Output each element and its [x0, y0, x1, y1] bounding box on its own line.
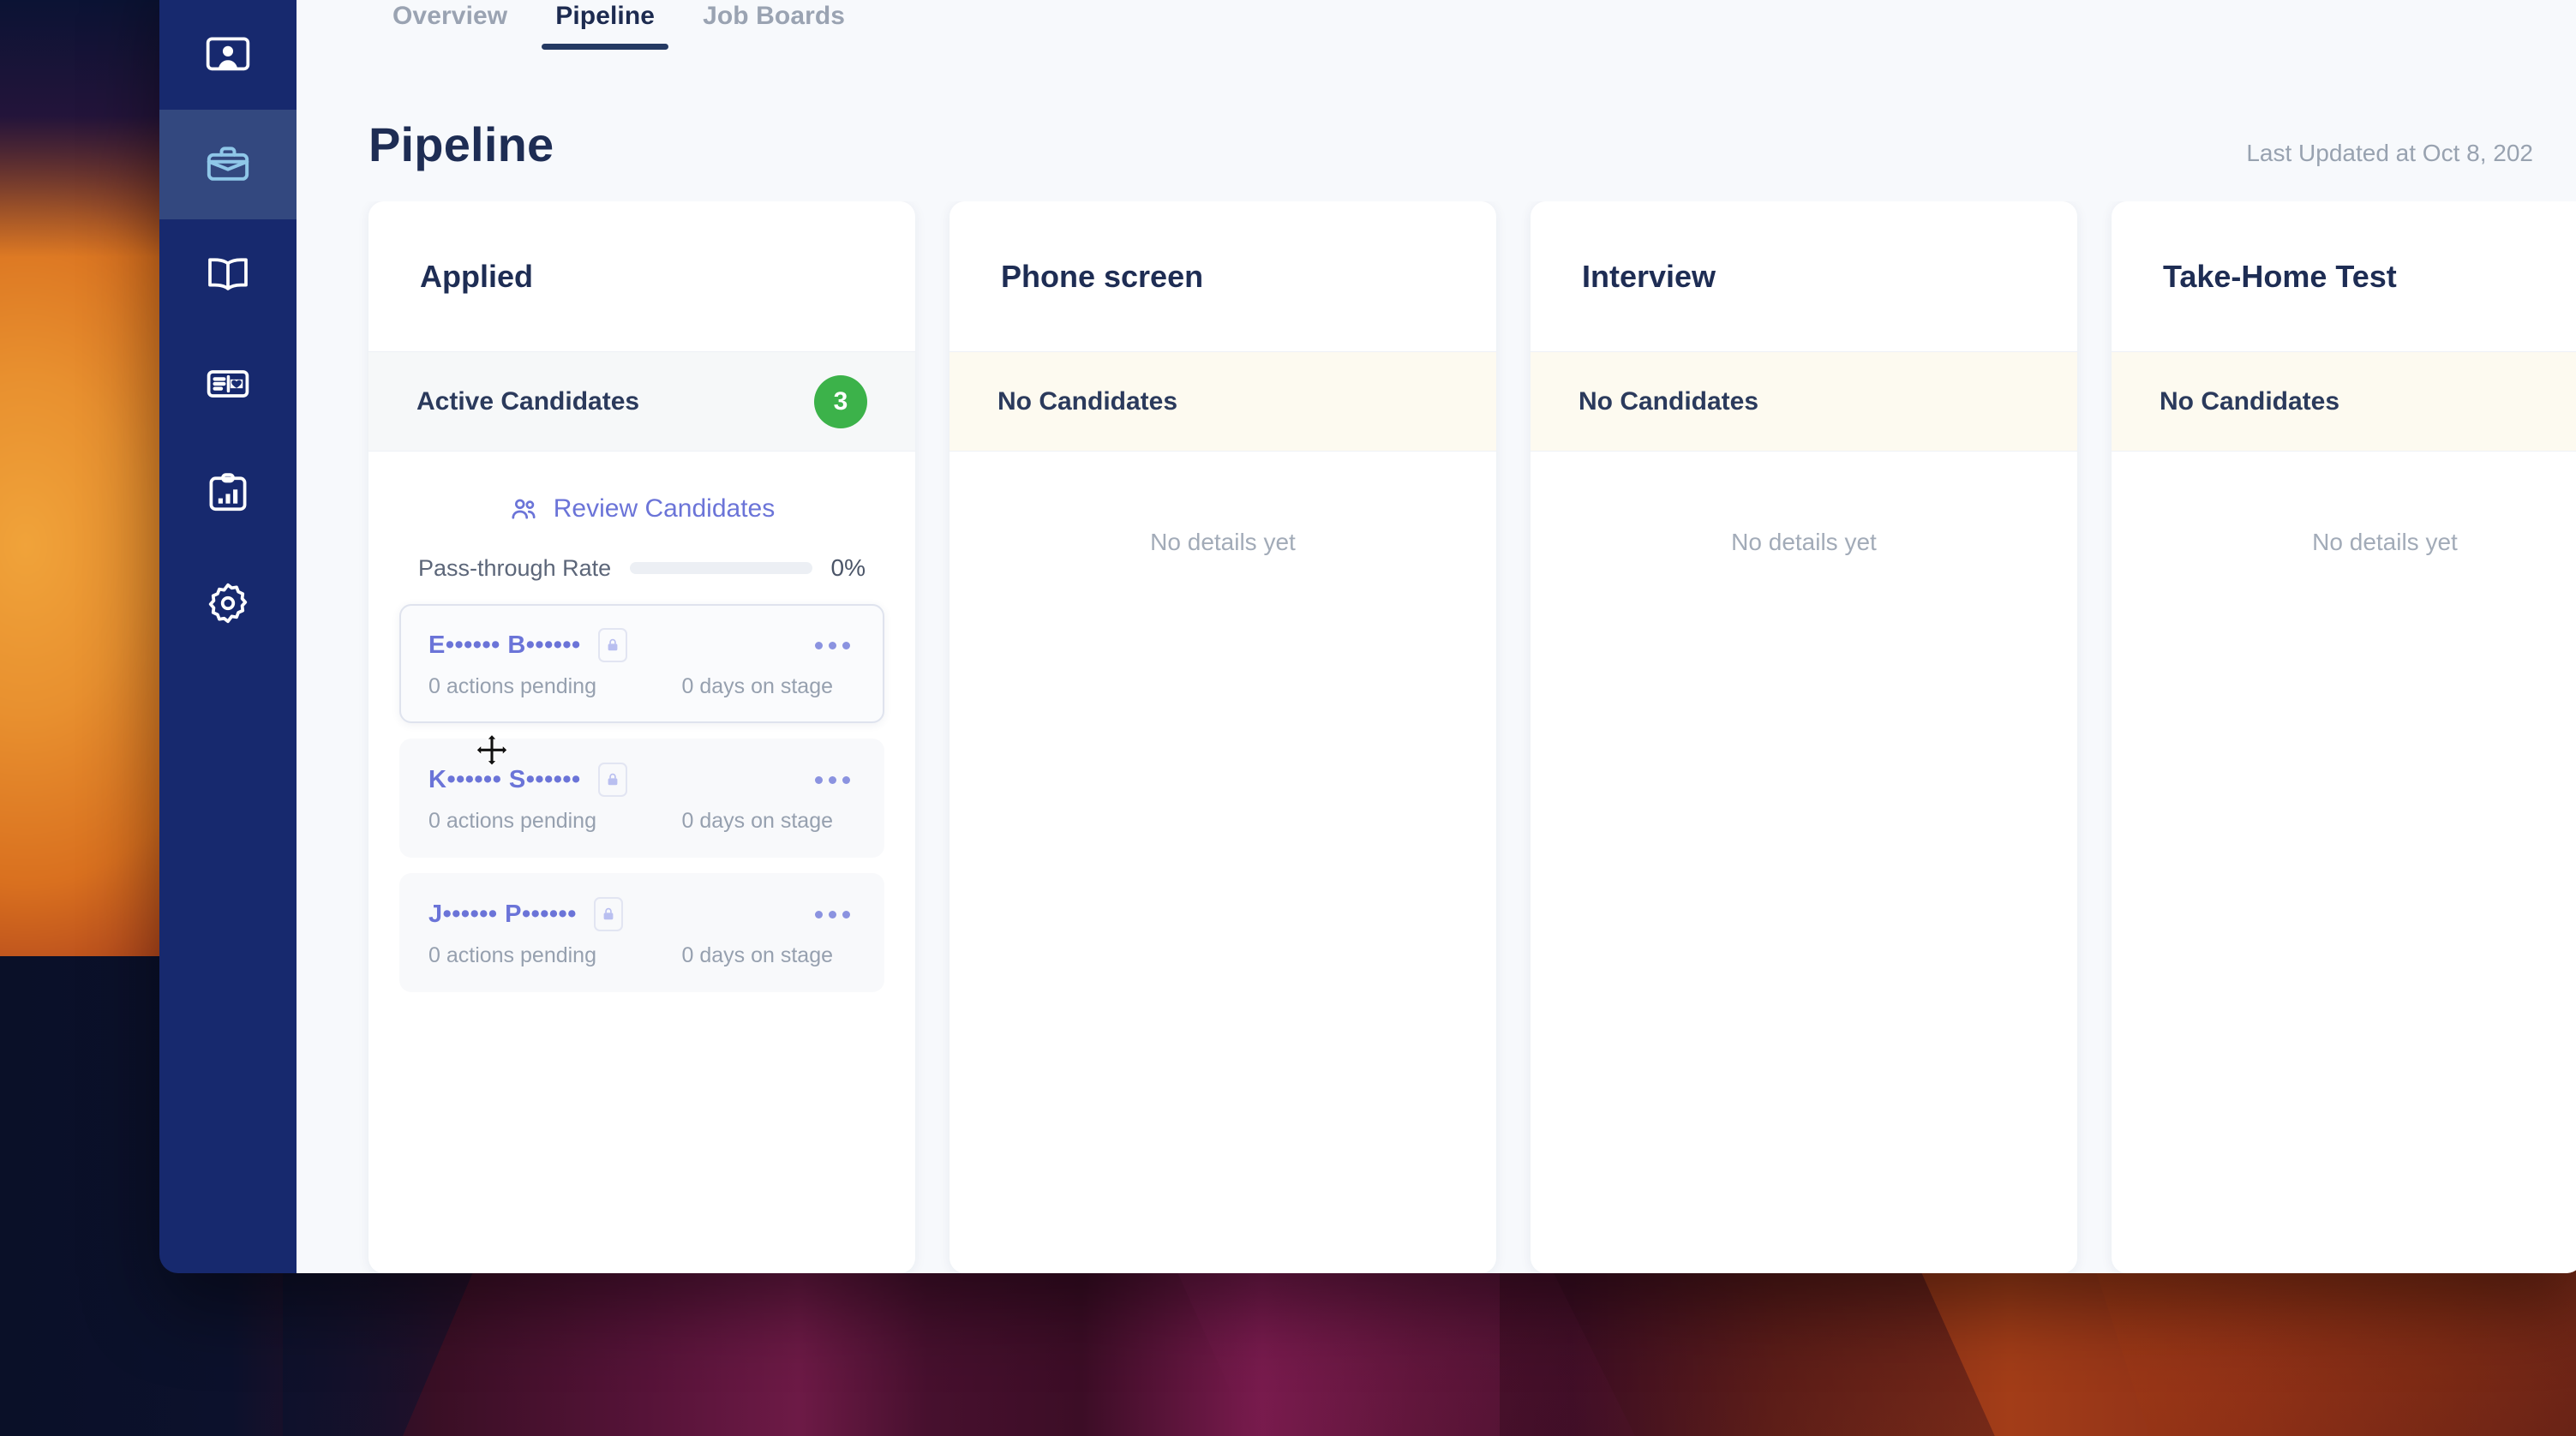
candidate-name: J•••••• P•••••• — [428, 900, 577, 928]
candidate-card-meta: 0 actions pending 0 days on stage — [428, 943, 855, 968]
column-status-label: No Candidates — [2160, 386, 2340, 416]
column-title: Applied — [420, 258, 533, 294]
candidate-actions-pending: 0 actions pending — [428, 943, 596, 967]
candidate-name: K•••••• S•••••• — [428, 765, 581, 793]
book-icon — [204, 250, 252, 298]
candidate-card-header: E•••••• B•••••• — [428, 628, 855, 662]
candidate-days-on-stage: 0 days on stage — [681, 943, 833, 967]
page-title: Pipeline — [368, 117, 554, 171]
sidebar-item-reports[interactable] — [159, 439, 297, 548]
empty-state-text: No details yet — [2312, 529, 2458, 555]
column-title: Take-Home Test — [2163, 258, 2397, 294]
column-body: No details yet — [1531, 452, 2077, 1273]
dot — [829, 775, 836, 784]
dot — [815, 775, 823, 784]
column-body: Review Candidates Pass-through Rate 0% E… — [368, 452, 915, 1273]
sidebar-item-settings[interactable] — [159, 548, 297, 658]
sidebar-item-jobs[interactable] — [159, 110, 297, 219]
candidate-days-on-stage: 0 days on stage — [681, 809, 833, 833]
review-candidates-label: Review Candidates — [553, 494, 776, 523]
pipeline-column-interview: Interview No Candidates No details yet — [1531, 201, 2077, 1273]
column-status-label: No Candidates — [997, 386, 1178, 416]
candidate-card[interactable]: E•••••• B•••••• 0 actions pending 0 days… — [399, 604, 884, 723]
column-status-bar: Active Candidates 3 — [368, 352, 915, 452]
candidate-card[interactable]: J•••••• P•••••• 0 actions pending 0 days… — [399, 873, 884, 992]
pipeline-column-phone-screen: Phone screen No Candidates No details ye… — [950, 201, 1496, 1273]
column-status-bar: No Candidates — [2112, 352, 2576, 452]
candidate-card-meta: 0 actions pending 0 days on stage — [428, 674, 855, 699]
column-title: Interview — [1582, 258, 1716, 294]
candidate-count-badge: 3 — [814, 374, 867, 428]
empty-state-text: No details yet — [1731, 529, 1877, 555]
candidate-card-header: K•••••• S•••••• — [428, 763, 855, 797]
dot — [842, 910, 850, 918]
last-updated-label: Last Updated at Oct 8, 202 — [2246, 140, 2533, 166]
candidate-card-header: J•••••• P•••••• — [428, 897, 855, 931]
page-header: Pipeline Last Updated at Oct 8, 202 — [297, 50, 2576, 201]
clipboard-chart-icon — [204, 470, 252, 518]
pass-through-rate-bar — [630, 562, 812, 574]
column-header: Applied — [368, 201, 915, 352]
pass-through-rate-label: Pass-through Rate — [418, 554, 612, 581]
lock-icon — [597, 763, 627, 797]
sidebar-item-library[interactable] — [159, 219, 297, 329]
column-status-bar: No Candidates — [1531, 352, 2077, 452]
column-header: Take-Home Test — [2112, 201, 2576, 352]
dot — [829, 910, 836, 918]
id-card-heart-icon — [204, 360, 252, 408]
column-status-bar: No Candidates — [950, 352, 1496, 452]
candidate-actions-pending: 0 actions pending — [428, 809, 596, 833]
sidebar-nav — [159, 0, 297, 1273]
candidate-card-menu-button[interactable] — [810, 633, 855, 658]
dot — [815, 910, 823, 918]
sidebar-item-talent[interactable] — [159, 329, 297, 439]
dot — [842, 641, 850, 649]
column-body: No details yet — [950, 452, 1496, 1273]
column-header: Phone screen — [950, 201, 1496, 352]
profile-card-icon — [204, 31, 252, 79]
column-title: Phone screen — [1001, 258, 1204, 294]
sidebar-item-candidates[interactable] — [159, 0, 297, 110]
briefcase-icon — [204, 141, 252, 188]
tab-job-boards[interactable]: Job Boards — [679, 2, 869, 50]
tab-overview[interactable]: Overview — [368, 2, 531, 50]
app-window: Overview Pipeline Job Boards Pipeline La… — [159, 0, 2576, 1273]
candidate-card-menu-button[interactable] — [810, 902, 855, 927]
pipeline-column-applied: Applied Active Candidates 3 Review Candi… — [368, 201, 915, 1273]
pipeline-board: Applied Active Candidates 3 Review Candi… — [297, 201, 2576, 1273]
review-candidates-link[interactable]: Review Candidates — [399, 481, 884, 529]
pass-through-rate-value: 0% — [830, 554, 866, 581]
tab-pipeline[interactable]: Pipeline — [531, 2, 679, 50]
tab-bar: Overview Pipeline Job Boards — [297, 0, 2576, 50]
candidate-name: E•••••• B•••••• — [428, 631, 581, 659]
pipeline-column-take-home-test: Take-Home Test No Candidates No details … — [2112, 201, 2576, 1273]
column-header: Interview — [1531, 201, 2077, 352]
main-content: Overview Pipeline Job Boards Pipeline La… — [297, 0, 2576, 1273]
candidate-card-menu-button[interactable] — [810, 768, 855, 793]
dot — [829, 641, 836, 649]
dot — [842, 775, 850, 784]
gear-icon — [204, 579, 252, 627]
lock-icon — [593, 897, 623, 931]
candidate-card[interactable]: K•••••• S•••••• 0 actions pending 0 days… — [399, 739, 884, 858]
empty-state-text: No details yet — [1150, 529, 1296, 555]
candidate-actions-pending: 0 actions pending — [428, 674, 596, 698]
column-status-label: Active Candidates — [416, 386, 640, 416]
candidate-card-meta: 0 actions pending 0 days on stage — [428, 809, 855, 834]
dot — [815, 641, 823, 649]
lock-icon — [597, 628, 627, 662]
column-status-label: No Candidates — [1579, 386, 1759, 416]
candidate-days-on-stage: 0 days on stage — [681, 674, 833, 698]
column-body: No details yet — [2112, 452, 2576, 1273]
pass-through-rate-row: Pass-through Rate 0% — [399, 529, 884, 604]
people-icon — [509, 494, 538, 524]
